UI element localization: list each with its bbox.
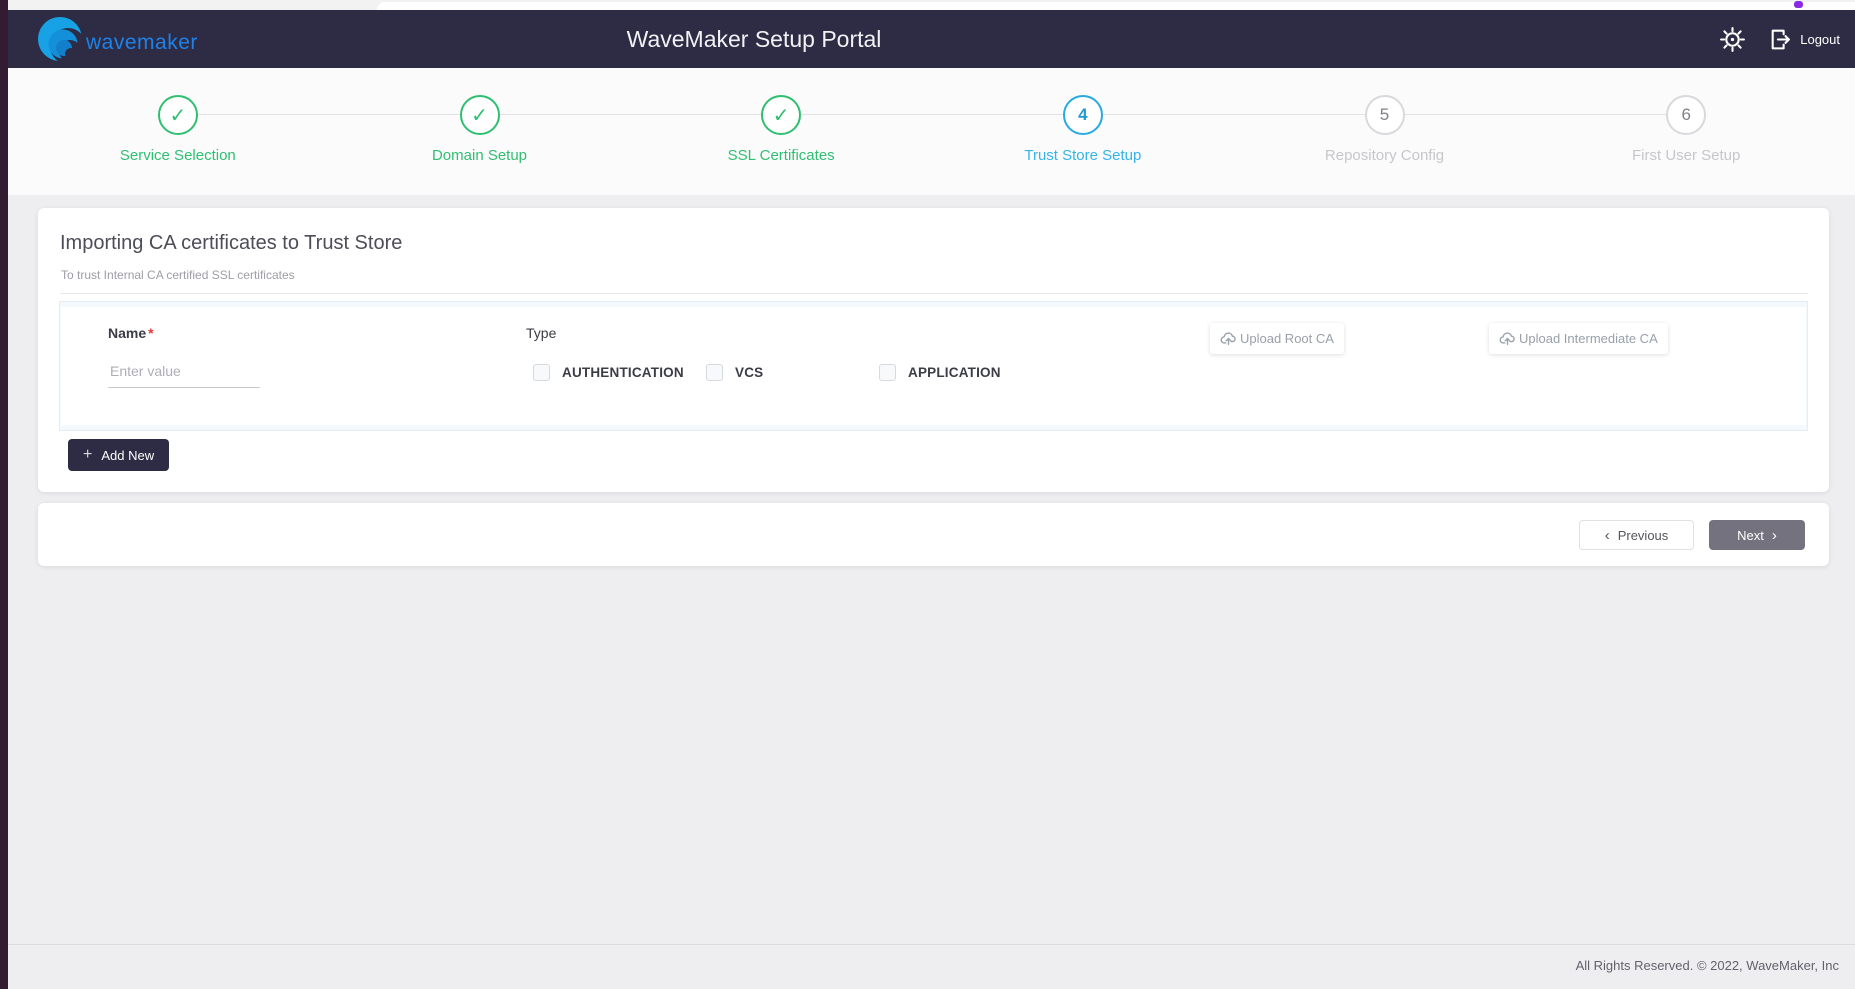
wavemaker-logo: wavemaker (35, 15, 235, 65)
browser-chrome-strip (8, 0, 1855, 10)
wizard-actions-card: ‹ Previous Next › (38, 503, 1829, 566)
certificate-row: Name* Type AUTHENTICATION VCS APPLICATIO… (61, 307, 1806, 425)
page-title: WaveMaker Setup Portal (627, 26, 882, 53)
step-3-label: SSL Certificates (728, 147, 835, 164)
checkbox-box[interactable] (879, 364, 896, 381)
step-2-label: Domain Setup (432, 147, 527, 164)
logout-icon (1768, 27, 1793, 52)
add-new-button[interactable]: + Add New (68, 439, 169, 471)
app-header: wavemaker WaveMaker Setup Portal (8, 10, 1855, 68)
upload-root-ca-label: Upload Root CA (1240, 331, 1334, 346)
checkbox-application[interactable]: APPLICATION (879, 364, 1001, 381)
step-3-circle: ✓ (761, 95, 801, 135)
stepper-bar: ✓ Service Selection ✓ Domain Setup ✓ SSL… (8, 68, 1855, 195)
step-2-circle: ✓ (460, 95, 500, 135)
settings-button[interactable] (1719, 26, 1746, 53)
cloud-upload-icon (1499, 330, 1516, 347)
step-1-circle: ✓ (158, 95, 198, 135)
next-label: Next (1737, 528, 1764, 543)
chevron-left-icon: ‹ (1605, 528, 1610, 543)
divider (60, 293, 1808, 294)
app-footer: All Rights Reserved. © 2022, WaveMaker, … (8, 944, 1855, 989)
name-field-label: Name* (108, 325, 154, 341)
browser-tab-edge (377, 2, 1855, 10)
name-input[interactable] (108, 359, 260, 388)
step-6-label: First User Setup (1632, 147, 1740, 164)
step-5-circle: 5 (1365, 95, 1405, 135)
required-asterisk: * (148, 325, 153, 341)
plus-icon: + (83, 446, 92, 464)
step-domain-setup[interactable]: ✓ Domain Setup (329, 68, 631, 195)
step-4-circle: 4 (1063, 95, 1103, 135)
chevron-right-icon: › (1772, 528, 1777, 543)
screen: wavemaker WaveMaker Setup Portal (0, 0, 1855, 989)
checkbox-box[interactable] (533, 364, 550, 381)
logout-button[interactable]: Logout (1768, 27, 1840, 52)
checkbox-label: AUTHENTICATION (562, 365, 684, 380)
header-actions: Logout (1719, 10, 1840, 68)
step-service-selection[interactable]: ✓ Service Selection (27, 68, 329, 195)
step-repository-config[interactable]: 5 Repository Config (1234, 68, 1536, 195)
step-first-user-setup[interactable]: 6 First User Setup (1535, 68, 1837, 195)
section-subtitle: To trust Internal CA certified SSL certi… (61, 268, 295, 282)
next-button[interactable]: Next › (1709, 520, 1805, 550)
step-1-label: Service Selection (120, 147, 236, 164)
previous-label: Previous (1618, 528, 1669, 543)
cloud-upload-icon (1220, 330, 1237, 347)
checkbox-label: APPLICATION (908, 365, 1001, 380)
name-label-text: Name (108, 325, 146, 341)
add-new-label: Add New (101, 448, 154, 463)
upload-root-ca-button[interactable]: Upload Root CA (1210, 323, 1344, 354)
copyright-text: All Rights Reserved. © 2022, WaveMaker, … (1576, 958, 1839, 973)
trust-store-card: Importing CA certificates to Trust Store… (38, 208, 1829, 492)
step-4-label: Trust Store Setup (1024, 147, 1141, 164)
browser-extension-dot (1794, 1, 1803, 8)
checkbox-authentication[interactable]: AUTHENTICATION (533, 364, 684, 381)
type-field-label: Type (526, 325, 556, 341)
certificate-row-panel: Name* Type AUTHENTICATION VCS APPLICATIO… (59, 301, 1808, 431)
check-icon: ✓ (471, 103, 488, 128)
checkbox-box[interactable] (706, 364, 723, 381)
checkbox-label: VCS (735, 365, 763, 380)
step-trust-store-setup[interactable]: 4 Trust Store Setup (932, 68, 1234, 195)
upload-intermediate-ca-button[interactable]: Upload Intermediate CA (1489, 323, 1668, 354)
gear-icon (1719, 26, 1746, 53)
screen-edge-strip (0, 0, 8, 989)
logout-label: Logout (1800, 32, 1840, 47)
upload-intermediate-ca-label: Upload Intermediate CA (1519, 331, 1658, 346)
step-5-label: Repository Config (1325, 147, 1444, 164)
check-icon: ✓ (169, 103, 186, 128)
check-icon: ✓ (773, 103, 790, 128)
checkbox-vcs[interactable]: VCS (706, 364, 763, 381)
step-ssl-certificates[interactable]: ✓ SSL Certificates (630, 68, 932, 195)
previous-button[interactable]: ‹ Previous (1579, 520, 1694, 550)
section-title: Importing CA certificates to Trust Store (60, 232, 402, 255)
setup-stepper: ✓ Service Selection ✓ Domain Setup ✓ SSL… (27, 68, 1837, 195)
logo-text: wavemaker (86, 31, 198, 55)
step-6-circle: 6 (1666, 95, 1706, 135)
